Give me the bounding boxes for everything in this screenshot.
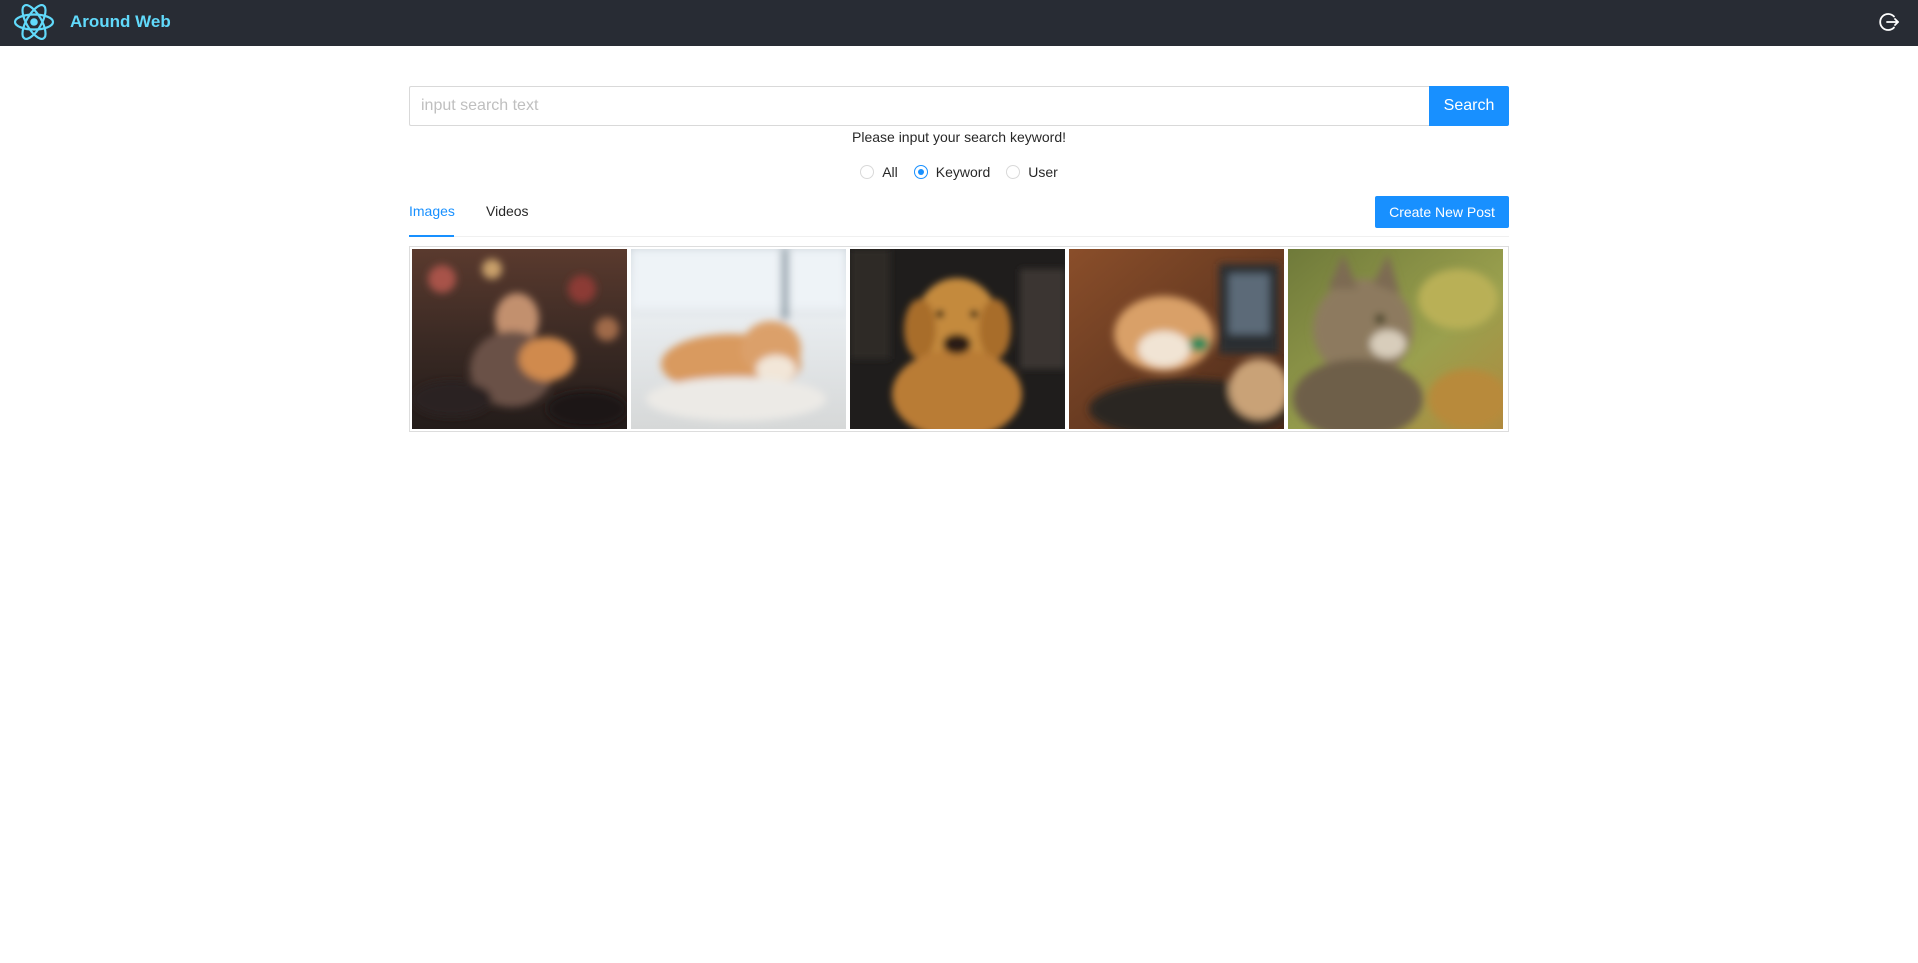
logout-icon[interactable] bbox=[1878, 11, 1900, 33]
gallery-image[interactable] bbox=[412, 249, 627, 429]
gallery-image[interactable] bbox=[631, 249, 846, 429]
radio-keyword[interactable]: Keyword bbox=[913, 164, 991, 180]
radio-label: All bbox=[882, 164, 898, 180]
search-input[interactable] bbox=[409, 86, 1430, 126]
tab-videos[interactable]: Videos bbox=[486, 203, 529, 219]
gallery-image[interactable] bbox=[850, 249, 1065, 429]
search-bar: Search bbox=[409, 86, 1509, 126]
radio-checked-icon bbox=[913, 165, 928, 179]
main-content: Search Please input your search keyword!… bbox=[409, 86, 1509, 432]
create-new-post-button[interactable]: Create New Post bbox=[1375, 196, 1509, 228]
radio-label: Keyword bbox=[935, 164, 991, 180]
app-header: Around Web bbox=[0, 0, 1918, 46]
radio-label: User bbox=[1028, 164, 1058, 180]
app-title: Around Web bbox=[70, 12, 171, 31]
active-tab-indicator bbox=[409, 235, 454, 237]
image-gallery bbox=[409, 246, 1509, 432]
search-hint-text: Please input your search keyword! bbox=[852, 129, 1066, 145]
radio-unchecked-icon bbox=[1006, 165, 1021, 179]
gallery-image[interactable] bbox=[1069, 249, 1284, 429]
react-atom-logo-icon bbox=[12, 2, 56, 42]
search-type-radio-group: All Keyword User bbox=[409, 164, 1509, 180]
radio-unchecked-icon bbox=[860, 165, 875, 179]
search-button[interactable]: Search bbox=[1429, 86, 1509, 126]
tab-images[interactable]: Images bbox=[409, 203, 455, 219]
radio-user[interactable]: User bbox=[1006, 164, 1058, 180]
media-tabs: Images Videos Create New Post bbox=[409, 191, 1509, 237]
radio-all[interactable]: All bbox=[860, 164, 898, 180]
gallery-image[interactable] bbox=[1288, 249, 1503, 429]
